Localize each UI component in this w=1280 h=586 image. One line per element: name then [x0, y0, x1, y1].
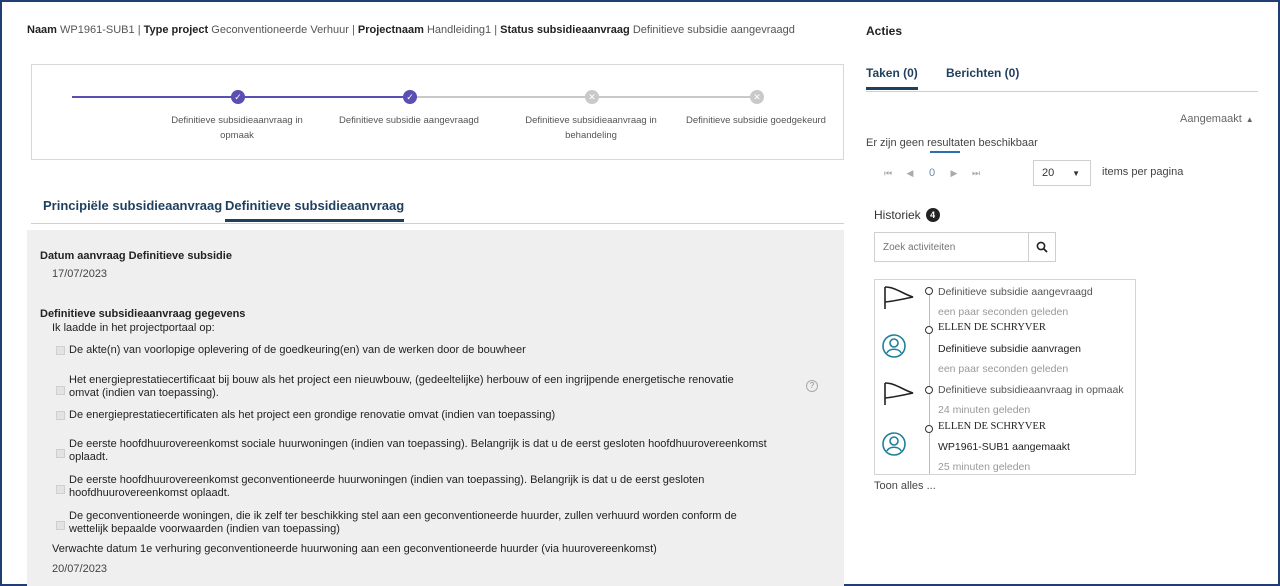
definitieve-panel: Datum aanvraag Definitieve subsidie 17/0… — [27, 230, 844, 586]
step-1-check-icon: ✓ — [231, 90, 245, 104]
timeline-time: een paar seconden geleden — [938, 363, 1069, 375]
activity-search — [874, 232, 1056, 262]
pagination: ⏮ ◀ 0 ▶ ⏭ — [877, 160, 987, 186]
gegevens-label: Definitieve subsidieaanvraag gegevens — [40, 308, 246, 320]
timeline-user-name: ELLEN DE SCHRYVER — [938, 421, 1046, 432]
step-1-label: Definitieve subsidieaanvraag in opmaak — [171, 115, 303, 141]
step-2-label: Definitieve subsidie aangevraagd — [339, 115, 479, 126]
checkbox[interactable] — [56, 411, 65, 420]
page-number[interactable]: 0 — [921, 167, 943, 179]
progress-stepper: ✓ ✓ ✕ ✕ Definitieve subsidieaanvraag in o… — [31, 64, 844, 160]
sort-arrow-icon: ▲ — [1245, 115, 1254, 124]
flag-icon — [884, 286, 914, 309]
last-page-icon[interactable]: ⏭ — [965, 168, 987, 179]
timeline-dot — [925, 326, 933, 334]
type-value: Geconventioneerde Verhuur — [211, 24, 349, 36]
historiek-timeline: Definitieve subsidie aangevraagd een paa… — [874, 279, 1136, 475]
timeline-line — [929, 288, 930, 474]
tab-berichten[interactable]: Berichten (0) — [946, 66, 1019, 87]
sort-aangemaakt[interactable]: Aangemaakt ▲ — [1180, 113, 1254, 125]
loading-indicator — [930, 151, 960, 153]
naam-label: Naam — [27, 24, 57, 36]
checkbox-energieprestatie-bouw[interactable]: Het energieprestatiecertificaat bij bouw… — [56, 374, 734, 400]
project-header: Naam WP1961-SUB1 | Type project Geconven… — [27, 24, 795, 36]
help-icon[interactable]: ? — [806, 380, 818, 392]
step-4-label: Definitieve subsidie goedgekeurd — [686, 115, 826, 126]
projectnaam-label: Projectnaam — [357, 24, 424, 36]
type-label: Type project — [143, 24, 209, 36]
timeline-dot — [925, 425, 933, 433]
acties-title: Acties — [866, 24, 903, 38]
toon-alles-link[interactable]: Toon alles ... — [874, 480, 936, 492]
naam-value: WP1961-SUB1 — [60, 24, 135, 36]
subsidie-tabs: Principiële subsidieaanvraag Definitieve… — [31, 198, 844, 224]
separator: | — [351, 24, 355, 36]
tab-principiele[interactable]: Principiële subsidieaanvraag — [43, 198, 222, 219]
timeline-time: een paar seconden geleden — [938, 306, 1069, 318]
step-2-check-icon: ✓ — [403, 90, 417, 104]
step-3-label: Definitieve subsidieaanvraag in behandeli… — [525, 115, 657, 141]
step-3-pending-icon: ✕ — [585, 90, 599, 104]
datum-label: Datum aanvraag Definitieve subsidie — [40, 250, 232, 262]
chevron-down-icon: ▼ — [1072, 169, 1080, 178]
status-value: Definitieve subsidie aangevraagd — [632, 24, 795, 36]
flag-icon — [884, 382, 914, 405]
timeline-time: 25 minuten geleden — [938, 461, 1031, 473]
timeline-time: 24 minuten geleden — [938, 404, 1031, 416]
checkbox[interactable] — [56, 521, 65, 530]
timeline-user-name: ELLEN DE SCHRYVER — [938, 322, 1046, 333]
historiek-count-badge: 4 — [925, 208, 940, 222]
next-page-icon[interactable]: ▶ — [943, 168, 965, 179]
prev-page-icon[interactable]: ◀ — [899, 168, 921, 179]
timeline-title: Definitieve subsidie aanvragen — [938, 343, 1082, 355]
checkbox[interactable] — [56, 386, 65, 395]
no-results-text: Er zijn geen resultaten beschikbaar — [866, 137, 1038, 153]
acties-tabs: Taken (0) Berichten (0) — [866, 66, 1258, 92]
checkbox-energieprestatie-renovatie[interactable]: De energieprestatiecertificaten als het … — [56, 409, 555, 422]
checkbox-akte[interactable]: De akte(n) van voorlopige oplevering of … — [56, 344, 526, 357]
verwachte-value: 20/07/2023 — [52, 563, 108, 575]
first-page-icon[interactable]: ⏮ — [877, 168, 899, 179]
checkbox-geconventioneerde-woningen[interactable]: De geconventioneerde woningen, die ik ze… — [56, 510, 737, 536]
status-label: Status subsidieaanvraag — [500, 24, 630, 36]
timeline-dot — [925, 287, 933, 295]
step-4-pending-icon: ✕ — [750, 90, 764, 104]
user-icon — [882, 432, 906, 456]
gegevens-intro: Ik laadde in het projectportaal op: — [52, 322, 215, 334]
tab-taken[interactable]: Taken (0) — [866, 66, 918, 90]
checkbox[interactable] — [56, 346, 65, 355]
tab-definitieve[interactable]: Definitieve subsidieaanvraag — [225, 198, 405, 222]
datum-value: 17/07/2023 — [52, 268, 108, 280]
separator: | — [137, 24, 141, 36]
search-icon — [1036, 241, 1048, 253]
historiek-heading: Historiek 4 — [874, 208, 940, 222]
verwachte-label: Verwachte datum 1e verhuring geconventio… — [52, 543, 657, 555]
page-size-select[interactable]: 20 ▼ — [1033, 160, 1091, 186]
checkbox-hoofdhuur-sociaal[interactable]: De eerste hoofdhuurovereenkomst sociale … — [56, 438, 767, 464]
separator: | — [494, 24, 498, 36]
checkbox[interactable] — [56, 449, 65, 458]
checkbox[interactable] — [56, 485, 65, 494]
user-icon — [882, 334, 906, 358]
timeline-dot — [925, 386, 933, 394]
timeline-title: WP1961-SUB1 aangemaakt — [938, 441, 1070, 453]
projectnaam-value: Handleiding1 — [426, 24, 492, 36]
search-input[interactable] — [875, 233, 1029, 261]
timeline-title: Definitieve subsidie aangevraagd — [938, 286, 1093, 298]
timeline-title: Definitieve subsidieaanvraag in opmaak — [938, 384, 1124, 396]
search-button[interactable] — [1028, 233, 1055, 261]
items-per-page-label: items per pagina — [1102, 166, 1184, 178]
checkbox-hoofdhuur-geconventioneerd[interactable]: De eerste hoofdhuurovereenkomst geconven… — [56, 474, 704, 500]
